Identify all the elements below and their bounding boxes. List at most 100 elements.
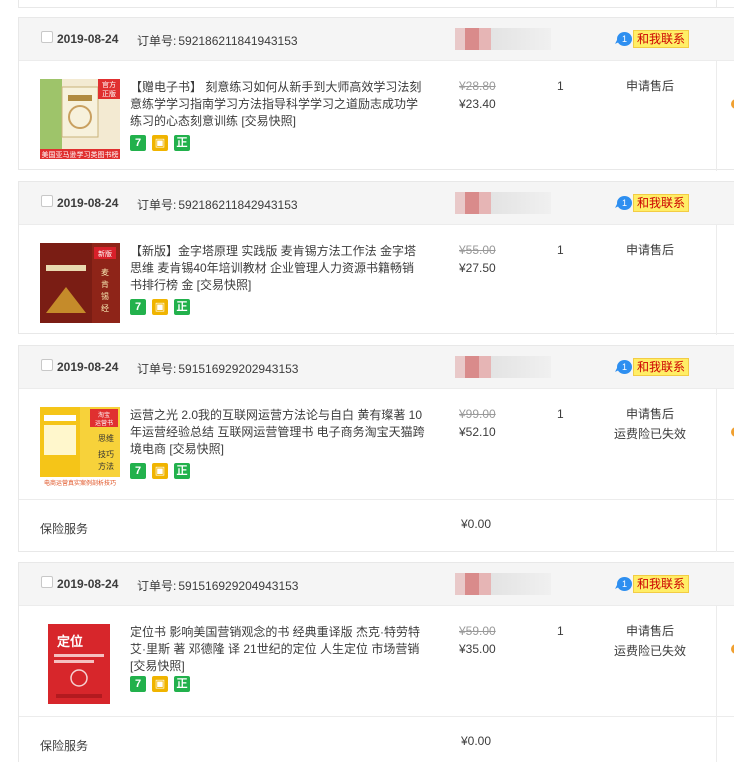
order-item-row: 新版 麦 肯 锡 经 【新版】金字塔原理 实践版 麦肯锡方法工作法 金字塔思维 … xyxy=(19,225,734,335)
seven-day-return-icon[interactable]: 7 xyxy=(130,135,146,151)
shipping-insurance-status: 运费险已失效 xyxy=(613,427,686,441)
svg-text:技巧: 技巧 xyxy=(98,449,114,459)
seller-name-blurred[interactable] xyxy=(455,28,551,50)
order-status: 申请售后 运费险已失效 xyxy=(605,621,695,661)
chat-bubble-icon: 1 xyxy=(617,577,632,591)
contact-seller-label: 和我联系 xyxy=(633,358,690,376)
service-badges: 7 ▣ 正 xyxy=(130,463,190,479)
order-date: 2019-08-24 xyxy=(57,360,119,374)
seven-day-return-icon[interactable]: 7 xyxy=(130,463,146,479)
paid-price: ¥35.00 xyxy=(459,642,496,656)
original-price: ¥59.00 xyxy=(459,624,496,638)
paid-price: ¥52.10 xyxy=(459,425,496,439)
request-after-sale-link[interactable]: 申请售后 xyxy=(605,404,695,424)
order-date: 2019-08-24 xyxy=(57,32,119,46)
order-item-row: 定位 定位书 影响美国营销观念的书 经典重译版 杰克·特劳特 艾·里斯 著 邓德… xyxy=(19,606,734,716)
genuine-guarantee-icon[interactable]: 正 xyxy=(174,135,190,151)
order-select-checkbox[interactable] xyxy=(41,31,53,43)
order-item-row: 官方 正版 美国亚马逊学习类图书榜 【赠电子书】 刻意练习如何从新手到大师高效学… xyxy=(19,61,734,171)
svg-text:运营书: 运营书 xyxy=(95,419,113,427)
order-card: 2019-08-24 订单号: 591516929204943153 1 和我联系… xyxy=(18,562,734,762)
seller-name-blurred[interactable] xyxy=(455,192,551,214)
original-price: ¥28.80 xyxy=(459,79,496,93)
consumer-protection-icon[interactable]: ▣ xyxy=(152,463,168,479)
insurance-service-price: ¥0.00 xyxy=(461,517,492,531)
order-header: 2019-08-24 订单号: 591516929204943153 1 和我联系 xyxy=(19,563,734,606)
genuine-guarantee-icon[interactable]: 正 xyxy=(174,676,190,692)
product-title-link[interactable]: 【赠电子书】 刻意练习如何从新手到大师高效学习法刻意练学学习指南学习方法指导科学… xyxy=(130,79,426,130)
insurance-service-price: ¥0.00 xyxy=(461,734,492,748)
consumer-protection-icon[interactable]: ▣ xyxy=(152,676,168,692)
order-item-row: 淘宝 运营书 思维 技巧 方法 电商运营真实案例剖析技巧 运营之光 2.0我的互… xyxy=(19,389,734,499)
contact-seller-label: 和我联系 xyxy=(633,575,690,593)
order-number: 订单号: 591516929202943153 xyxy=(137,362,299,376)
order-date: 2019-08-24 xyxy=(57,577,119,591)
product-thumbnail[interactable]: 官方 正版 美国亚马逊学习类图书榜 xyxy=(40,79,120,159)
product-thumbnail[interactable]: 定位 xyxy=(40,624,120,704)
shipping-insurance-status: 运费险已失效 xyxy=(613,644,686,658)
insurance-service-row: 保险服务 ¥0.00 xyxy=(19,716,734,762)
svg-text:电商运营真实案例剖析技巧: 电商运营真实案例剖析技巧 xyxy=(44,479,116,487)
quantity: 1 xyxy=(557,624,564,638)
order-select-checkbox[interactable] xyxy=(41,195,53,207)
seven-day-return-icon[interactable]: 7 xyxy=(130,299,146,315)
contact-seller-button[interactable]: 1 和我联系 xyxy=(617,358,690,376)
order-number: 订单号: 592186211842943153 xyxy=(137,198,298,212)
genuine-guarantee-icon[interactable]: 正 xyxy=(174,463,190,479)
request-after-sale-link[interactable]: 申请售后 xyxy=(605,621,695,641)
original-price: ¥99.00 xyxy=(459,407,496,421)
paid-price: ¥23.40 xyxy=(459,97,496,111)
svg-text:官方: 官方 xyxy=(102,80,116,89)
paid-price: ¥27.50 xyxy=(459,261,496,275)
svg-text:定位: 定位 xyxy=(56,634,83,650)
product-thumbnail[interactable]: 淘宝 运营书 思维 技巧 方法 电商运营真实案例剖析技巧 xyxy=(40,407,120,487)
order-status: 申请售后 运费险已失效 xyxy=(605,404,695,444)
request-after-sale-link[interactable]: 申请售后 xyxy=(605,76,695,96)
order-card: 2019-08-24 订单号: 592186211841943153 1 和我联系… xyxy=(18,17,734,171)
product-title-link[interactable]: 运营之光 2.0我的互联网运营方法论与自白 黄有璨著 10年运营经验总结 互联网… xyxy=(130,407,426,458)
order-status: 申请售后 xyxy=(605,240,695,260)
order-date: 2019-08-24 xyxy=(57,196,119,210)
order-status: 申请售后 xyxy=(605,76,695,96)
contact-seller-button[interactable]: 1 和我联系 xyxy=(617,30,690,48)
consumer-protection-icon[interactable]: ▣ xyxy=(152,299,168,315)
order-number: 订单号: 591516929204943153 xyxy=(137,579,299,593)
order-select-checkbox[interactable] xyxy=(41,359,53,371)
chat-bubble-icon: 1 xyxy=(617,360,632,374)
contact-seller-label: 和我联系 xyxy=(633,194,690,212)
product-title-link[interactable]: 【新版】金字塔原理 实践版 麦肯锡方法工作法 金字塔思维 麦肯锡40年培训教材 … xyxy=(130,243,426,294)
svg-text:思维: 思维 xyxy=(98,433,114,443)
seller-name-blurred[interactable] xyxy=(455,573,551,595)
genuine-guarantee-icon[interactable]: 正 xyxy=(174,299,190,315)
svg-text:麦: 麦 xyxy=(101,267,109,277)
consumer-protection-icon[interactable]: ▣ xyxy=(152,135,168,151)
product-title-link[interactable]: 定位书 影响美国营销观念的书 经典重译版 杰克·特劳特 艾·里斯 著 邓德隆 译… xyxy=(130,624,426,675)
service-badges: 7 ▣ 正 xyxy=(130,299,190,315)
quantity: 1 xyxy=(557,407,564,421)
order-card: 2019-08-24 订单号: 591516929202943153 1 和我联系… xyxy=(18,345,734,552)
insurance-service-label: 保险服务 xyxy=(40,739,89,753)
service-badges: 7 ▣ 正 xyxy=(130,135,190,151)
contact-seller-label: 和我联系 xyxy=(633,30,690,48)
request-after-sale-link[interactable]: 申请售后 xyxy=(605,240,695,260)
order-header: 2019-08-24 订单号: 591516929202943153 1 和我联系 xyxy=(19,346,734,389)
quantity: 1 xyxy=(557,243,564,257)
order-card: 2019-08-24 订单号: 592186211842943153 1 和我联系… xyxy=(18,181,734,335)
order-select-checkbox[interactable] xyxy=(41,576,53,588)
book-cover-image: 定位 xyxy=(40,624,120,704)
seven-day-return-icon[interactable]: 7 xyxy=(130,676,146,692)
svg-text:锡: 锡 xyxy=(101,292,109,301)
chat-bubble-icon: 1 xyxy=(617,196,632,210)
previous-order-bottom-edge xyxy=(18,0,734,8)
svg-text:正版: 正版 xyxy=(102,89,116,98)
insurance-service-label: 保险服务 xyxy=(40,522,89,536)
book-cover-image: 新版 麦 肯 锡 经 xyxy=(40,243,120,323)
contact-seller-button[interactable]: 1 和我联系 xyxy=(617,575,690,593)
svg-text:经: 经 xyxy=(101,303,109,313)
seller-name-blurred[interactable] xyxy=(455,356,551,378)
svg-text:美国亚马逊学习类图书榜: 美国亚马逊学习类图书榜 xyxy=(42,150,119,159)
contact-seller-button[interactable]: 1 和我联系 xyxy=(617,194,690,212)
quantity: 1 xyxy=(557,79,564,93)
insurance-service-row: 保险服务 ¥0.00 xyxy=(19,499,734,552)
product-thumbnail[interactable]: 新版 麦 肯 锡 经 xyxy=(40,243,120,323)
